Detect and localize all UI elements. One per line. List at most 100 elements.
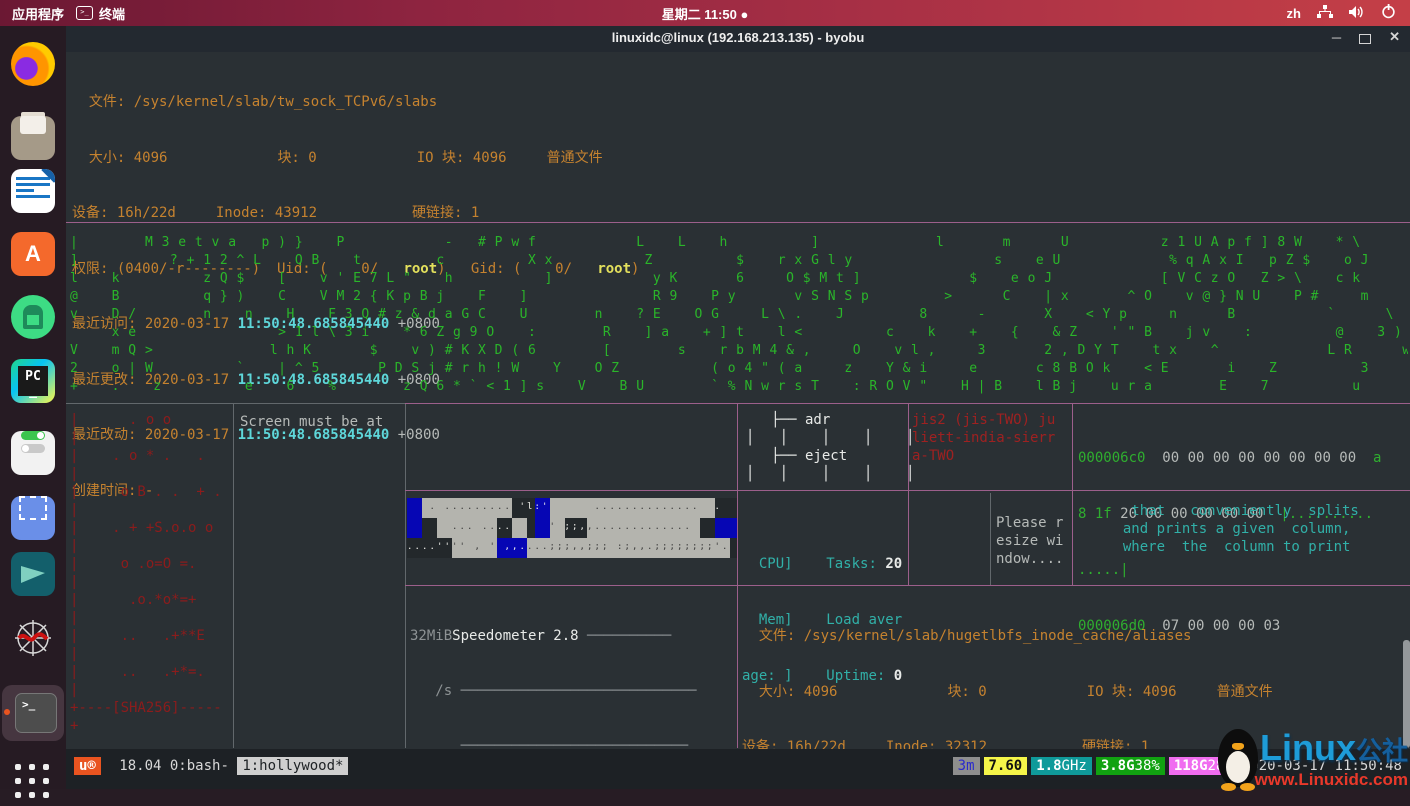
- pane-border: [1072, 404, 1073, 585]
- resize-row: ndow....: [996, 551, 1063, 569]
- power-icon[interactable]: [1381, 4, 1396, 22]
- network-icon[interactable]: [1317, 5, 1333, 22]
- resize-message-pane: Please resize window....: [996, 515, 1063, 569]
- column-text-pane: that conveniently splits and prints a gi…: [1106, 503, 1359, 557]
- load-badge: 7.60: [984, 757, 1028, 775]
- ubuntu-software-icon[interactable]: A: [9, 230, 57, 278]
- randomart-row: | o B . . + .: [70, 484, 222, 502]
- top-bar: 应用程序 >_ 终端 星期二 11:50 ● zh: [0, 0, 1410, 26]
- resize-row: esize wi: [996, 533, 1063, 551]
- window-title-bar[interactable]: linuxidc@linux (192.168.213.135) - byobu…: [66, 26, 1410, 52]
- randomart-row: |: [70, 574, 222, 592]
- randomart-row: | . o * . .: [70, 448, 222, 466]
- matrix-row: v D / n n H F 3 Q # z & d a G C U n ? E …: [70, 306, 1408, 324]
- randomart-row: |: [70, 646, 222, 664]
- pane-border: [66, 403, 405, 404]
- running-indicator-dot: [4, 709, 10, 715]
- randomart-row: |: [70, 466, 222, 484]
- image-art-row: ... .... ' ;;,,.............: [407, 518, 737, 538]
- package-box-icon[interactable]: [9, 550, 57, 598]
- pane-border: [405, 404, 406, 748]
- randomart-row: | .. .+*=.: [70, 664, 222, 682]
- release-label: 18.04: [111, 758, 170, 774]
- statusbar-datetime: 2020-03-17 11:50:48: [1242, 758, 1402, 774]
- clock[interactable]: 星期二 11:50 ●: [662, 4, 749, 23]
- ascii-image-pane: . ......... 'l:' .............. . ... ..…: [407, 498, 737, 558]
- tree-row: ├── adr: [746, 412, 915, 430]
- image-art-row: . ......... 'l:' .............. .: [407, 498, 737, 518]
- matrix-row: @ B q } ) C V M 2 { K p B j F ] R 9 P y …: [70, 288, 1408, 306]
- window-title: linuxidc@linux (192.168.213.135) - byobu: [66, 30, 1410, 45]
- tree-diagram-pane: ├── adr│ │ │ │ │ ├── eject│ │ │ │ │: [746, 412, 915, 484]
- randomart-row: | .. .+**E: [70, 628, 222, 646]
- terminal-app-menu[interactable]: >_ 终端: [76, 4, 125, 23]
- ssh-randomart-pane: | . o o|| . o * . .|| o B . . + .|| . + …: [70, 412, 222, 736]
- volume-icon[interactable]: [1349, 5, 1365, 22]
- memory-badge: 3.8G38%: [1096, 757, 1165, 775]
- ubuntu-logo-badge: u®: [74, 757, 101, 775]
- disk-badge: 118G28%: [1169, 757, 1238, 775]
- nato-row: a-TWO: [912, 448, 1055, 466]
- nato-row: liett-india-sierr: [912, 430, 1055, 448]
- randomart-row: |: [70, 538, 222, 556]
- input-language-indicator[interactable]: zh: [1287, 6, 1301, 21]
- pane-border: [990, 493, 991, 585]
- byobu-status-bar: u® 18.04 0:bash- 1:hollywood* 3m 7.60 1.…: [66, 749, 1410, 789]
- files-icon[interactable]: [9, 103, 57, 151]
- uptime-badge: 3m: [953, 757, 980, 775]
- web-tool-icon[interactable]: [9, 614, 57, 662]
- window-tab-bash[interactable]: 0:bash-: [170, 758, 237, 774]
- terminal-icon: >_: [76, 6, 93, 20]
- matrix-row: + . z e 6 % z Q 6 * ` < 1 ] s V B U ` % …: [70, 378, 1408, 396]
- pane-border: [233, 404, 234, 748]
- randomart-row: |: [70, 682, 222, 700]
- matrix-row: V m Q > l h K $ v ) # K X D ( 6 [ s r b …: [70, 342, 1408, 360]
- matrix-row: 2 o | W ` | ^ 5 P D S j # r h ! W Y O Z …: [70, 360, 1408, 378]
- screenshot-tool-icon[interactable]: [9, 486, 57, 534]
- randomart-row: |: [70, 430, 222, 448]
- matrix-row: ] ? + 1 2 ^ L Q B t c X x Z $ r x G l y …: [70, 252, 1408, 270]
- terminal-dock-icon[interactable]: >_: [2, 685, 64, 741]
- applications-menu[interactable]: 应用程序: [0, 4, 76, 23]
- pane-border: [66, 222, 1410, 223]
- image-art-row: ....'''' , ' ,,....;;;,,;;; :;,,.;;;;;;;…: [407, 538, 737, 558]
- matrix-rain-pane: | M 3 e t v a p ) } P - # P w f L L h ] …: [70, 234, 1408, 396]
- app-grid-icon[interactable]: [9, 758, 57, 806]
- terminal-content: 文件: /sys/kernel/slab/tw_sock_TCPv6/slabs…: [66, 52, 1410, 789]
- terminal-app-label: 终端: [99, 4, 125, 23]
- randomart-row: |: [70, 502, 222, 520]
- minimize-button[interactable]: ─: [1332, 30, 1341, 45]
- firefox-icon[interactable]: [9, 40, 57, 88]
- randomart-row: |: [70, 610, 222, 628]
- tree-row: │ │ │ │ │: [746, 466, 915, 484]
- resize-row: Please r: [996, 515, 1063, 533]
- matrix-row: | M 3 e t v a p ) } P - # P w f L L h ] …: [70, 234, 1408, 252]
- cpu-freq-badge: 1.8GHz: [1031, 757, 1092, 775]
- restore-button[interactable]: [1359, 34, 1371, 44]
- pane-border: [737, 404, 738, 748]
- tree-row: ├── eject: [746, 448, 915, 466]
- android-studio-icon[interactable]: [9, 293, 57, 341]
- dock: A PC_ >_: [0, 26, 66, 789]
- libreoffice-writer-icon[interactable]: [9, 167, 57, 215]
- randomart-row: | .o.*o*=+: [70, 592, 222, 610]
- randomart-row: +: [70, 718, 222, 736]
- column-row: and prints a given column,: [1106, 521, 1359, 539]
- close-button[interactable]: ✕: [1389, 29, 1400, 45]
- randomart-row: | . + +S.o.o o: [70, 520, 222, 538]
- nato-alphabet-pane: jis2 (jis-TWO) juliett-india-sierra-TWO: [912, 412, 1055, 466]
- randomart-row: +----[SHA256]-----: [70, 700, 222, 718]
- matrix-row: l k z Q $ [ v ' E 7 L " h ] y K 6 O $ M …: [70, 270, 1408, 288]
- terminal-scrollbar[interactable]: [1403, 640, 1410, 748]
- settings-toggles-icon[interactable]: [9, 422, 57, 470]
- randomart-row: | o .o=O =.: [70, 556, 222, 574]
- pycharm-icon[interactable]: PC_: [9, 357, 57, 405]
- window-tab-hollywood[interactable]: 1:hollywood*: [237, 757, 348, 775]
- column-row: that conveniently splits: [1106, 503, 1359, 521]
- matrix-row: x e > 1 l \ 3 i * 6 Z g 9 O : R ] a + ] …: [70, 324, 1408, 342]
- tree-row: │ │ │ │ │: [746, 430, 915, 448]
- column-row: where the column to print: [1106, 539, 1359, 557]
- randomart-row: | . o o: [70, 412, 222, 430]
- screen-message-pane: Screen must be at: [240, 414, 383, 430]
- nato-row: jis2 (jis-TWO) ju: [912, 412, 1055, 430]
